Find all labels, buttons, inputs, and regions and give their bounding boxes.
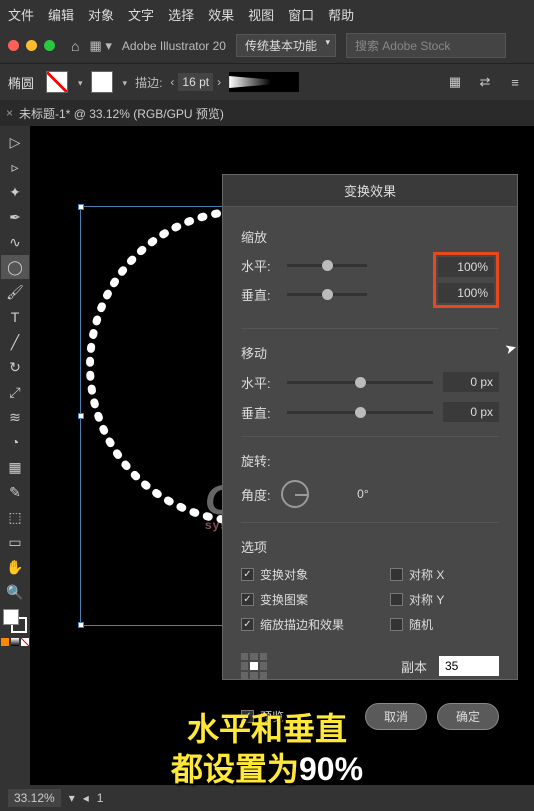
menu-help[interactable]: 帮助	[328, 5, 354, 24]
fill-swatch[interactable]	[46, 71, 68, 93]
options-section-label: 选项	[241, 537, 499, 556]
zoom-tool[interactable]: 🔍	[1, 580, 29, 604]
scale-horizontal-value[interactable]: 100%	[438, 257, 494, 277]
curvature-tool[interactable]: ∿	[1, 230, 29, 254]
menu-edit[interactable]: 编辑	[48, 5, 74, 24]
width-tool[interactable]: ≋	[1, 405, 29, 429]
menu-window[interactable]: 窗口	[288, 5, 314, 24]
transform-objects-checkbox[interactable]	[241, 568, 254, 581]
fill-dropdown-icon[interactable]	[76, 75, 83, 89]
pen-tool[interactable]: ✒	[1, 205, 29, 229]
ellipse-tool[interactable]: ◯	[1, 255, 29, 279]
copies-input[interactable]: 35	[439, 656, 499, 676]
document-tab-bar: × 未标题-1* @ 33.12% (RGB/GPU 预览)	[0, 100, 534, 126]
move-section-label: 移动	[241, 343, 499, 362]
blend-tool[interactable]: ⬚	[1, 505, 29, 529]
transform-effect-dialog: 变换效果 缩放 100% 100% 水平: 垂直: 移动 水平: 0 px 垂直…	[222, 174, 518, 680]
rotate-section-label: 旋转:	[241, 451, 499, 470]
more-options-icon[interactable]: ≡	[504, 71, 526, 93]
stroke-swatch[interactable]	[91, 71, 113, 93]
stroke-weight-stepper[interactable]: ‹16 pt›	[170, 73, 221, 91]
control-bar: 椭圆 描边: ‹16 pt› ▦ ⇄ ≡	[0, 64, 534, 100]
highlight-callout: 100% 100%	[433, 252, 499, 308]
angle-label: 角度:	[241, 485, 271, 504]
subtitle-caption: 水平和垂直 都设置为90%	[0, 709, 534, 789]
dialog-title: 变换效果	[223, 175, 517, 207]
scale-tool[interactable]: ⤢	[1, 380, 29, 404]
workspace-dropdown[interactable]: 传统基本功能	[236, 34, 336, 57]
menu-select[interactable]: 选择	[168, 5, 194, 24]
scale-strokes-checkbox[interactable]	[241, 618, 254, 631]
close-window-button[interactable]	[8, 40, 19, 51]
magic-wand-tool[interactable]: ✦	[1, 180, 29, 204]
shape-builder-tool[interactable]: ◔	[1, 430, 29, 454]
scale-vertical-value[interactable]: 100%	[438, 283, 494, 303]
menu-view[interactable]: 视图	[248, 5, 274, 24]
menu-type[interactable]: 文字	[128, 5, 154, 24]
move-vertical-value[interactable]: 0 px	[443, 402, 499, 422]
paintbrush-tool[interactable]: 🖌	[1, 280, 29, 304]
zoom-dropdown-icon[interactable]: ▾	[69, 791, 75, 805]
close-tab-icon[interactable]: ×	[6, 106, 13, 120]
artboard-number: 1	[97, 791, 104, 805]
selection-tool[interactable]: ▷	[1, 130, 29, 154]
transform-patterns-checkbox[interactable]	[241, 593, 254, 606]
copies-label: 副本	[401, 657, 427, 676]
document-tab[interactable]: 未标题-1* @ 33.12% (RGB/GPU 预览)	[19, 105, 224, 122]
rotate-tool[interactable]: ↻	[1, 355, 29, 379]
color-mode-row[interactable]	[1, 638, 29, 646]
line-tool[interactable]: ╱	[1, 330, 29, 354]
menu-object[interactable]: 对象	[88, 5, 114, 24]
fill-stroke-control[interactable]	[3, 609, 27, 633]
minimize-window-button[interactable]	[26, 40, 37, 51]
type-tool[interactable]: T	[1, 305, 29, 329]
scale-horizontal-label: 水平:	[241, 256, 277, 275]
maximize-window-button[interactable]	[44, 40, 55, 51]
artboard-tool[interactable]: ▭	[1, 530, 29, 554]
reflect-y-checkbox[interactable]	[390, 593, 403, 606]
menu-bar: 文件 编辑 对象 文字 选择 效果 视图 窗口 帮助	[0, 0, 534, 28]
prev-artboard-icon[interactable]: ◂	[83, 791, 89, 805]
reflect-x-checkbox[interactable]	[390, 568, 403, 581]
tools-panel: ▷ ▹ ✦ ✒ ∿ ◯ 🖌 T ╱ ↻ ⤢ ≋ ◔ ▦ ✎ ⬚ ▭ ✋ 🔍	[0, 126, 30, 785]
resize-handle[interactable]	[78, 622, 84, 628]
scale-vertical-slider[interactable]	[287, 293, 367, 296]
move-vertical-label: 垂直:	[241, 403, 277, 422]
hand-tool[interactable]: ✋	[1, 555, 29, 579]
menu-file[interactable]: 文件	[8, 5, 34, 24]
gradient-tool[interactable]: ▦	[1, 455, 29, 479]
stroke-label: 描边:	[135, 74, 162, 91]
move-horizontal-label: 水平:	[241, 373, 277, 392]
menu-effect[interactable]: 效果	[208, 5, 234, 24]
home-icon[interactable]: ⌂	[71, 38, 79, 54]
app-title: Adobe Illustrator 20	[122, 39, 226, 53]
search-input[interactable]: 搜索 Adobe Stock	[346, 33, 506, 58]
stroke-dropdown-icon[interactable]	[121, 75, 128, 89]
arrange-documents-icon[interactable]: ▦ ▾	[89, 38, 111, 54]
scale-vertical-label: 垂直:	[241, 285, 277, 304]
app-toolbar: ⌂ ▦ ▾ Adobe Illustrator 20 传统基本功能 搜索 Ado…	[0, 28, 534, 64]
scale-horizontal-slider[interactable]	[287, 264, 367, 267]
eyedropper-tool[interactable]: ✎	[1, 480, 29, 504]
random-checkbox[interactable]	[390, 618, 403, 631]
reference-point-grid[interactable]	[241, 653, 267, 679]
active-tool-label: 椭圆	[8, 73, 34, 92]
align-icon[interactable]: ▦	[444, 71, 466, 93]
direct-selection-tool[interactable]: ▹	[1, 155, 29, 179]
brush-preview[interactable]	[229, 72, 299, 92]
move-horizontal-value[interactable]: 0 px	[443, 372, 499, 392]
window-traffic-lights	[8, 40, 55, 51]
move-vertical-slider[interactable]	[287, 411, 433, 414]
move-horizontal-slider[interactable]	[287, 381, 433, 384]
angle-dial[interactable]	[281, 480, 309, 508]
angle-value[interactable]: 0°	[319, 484, 375, 504]
zoom-level[interactable]: 33.12%	[8, 789, 61, 807]
scale-section-label: 缩放	[241, 227, 499, 246]
transform-icon[interactable]: ⇄	[474, 71, 496, 93]
